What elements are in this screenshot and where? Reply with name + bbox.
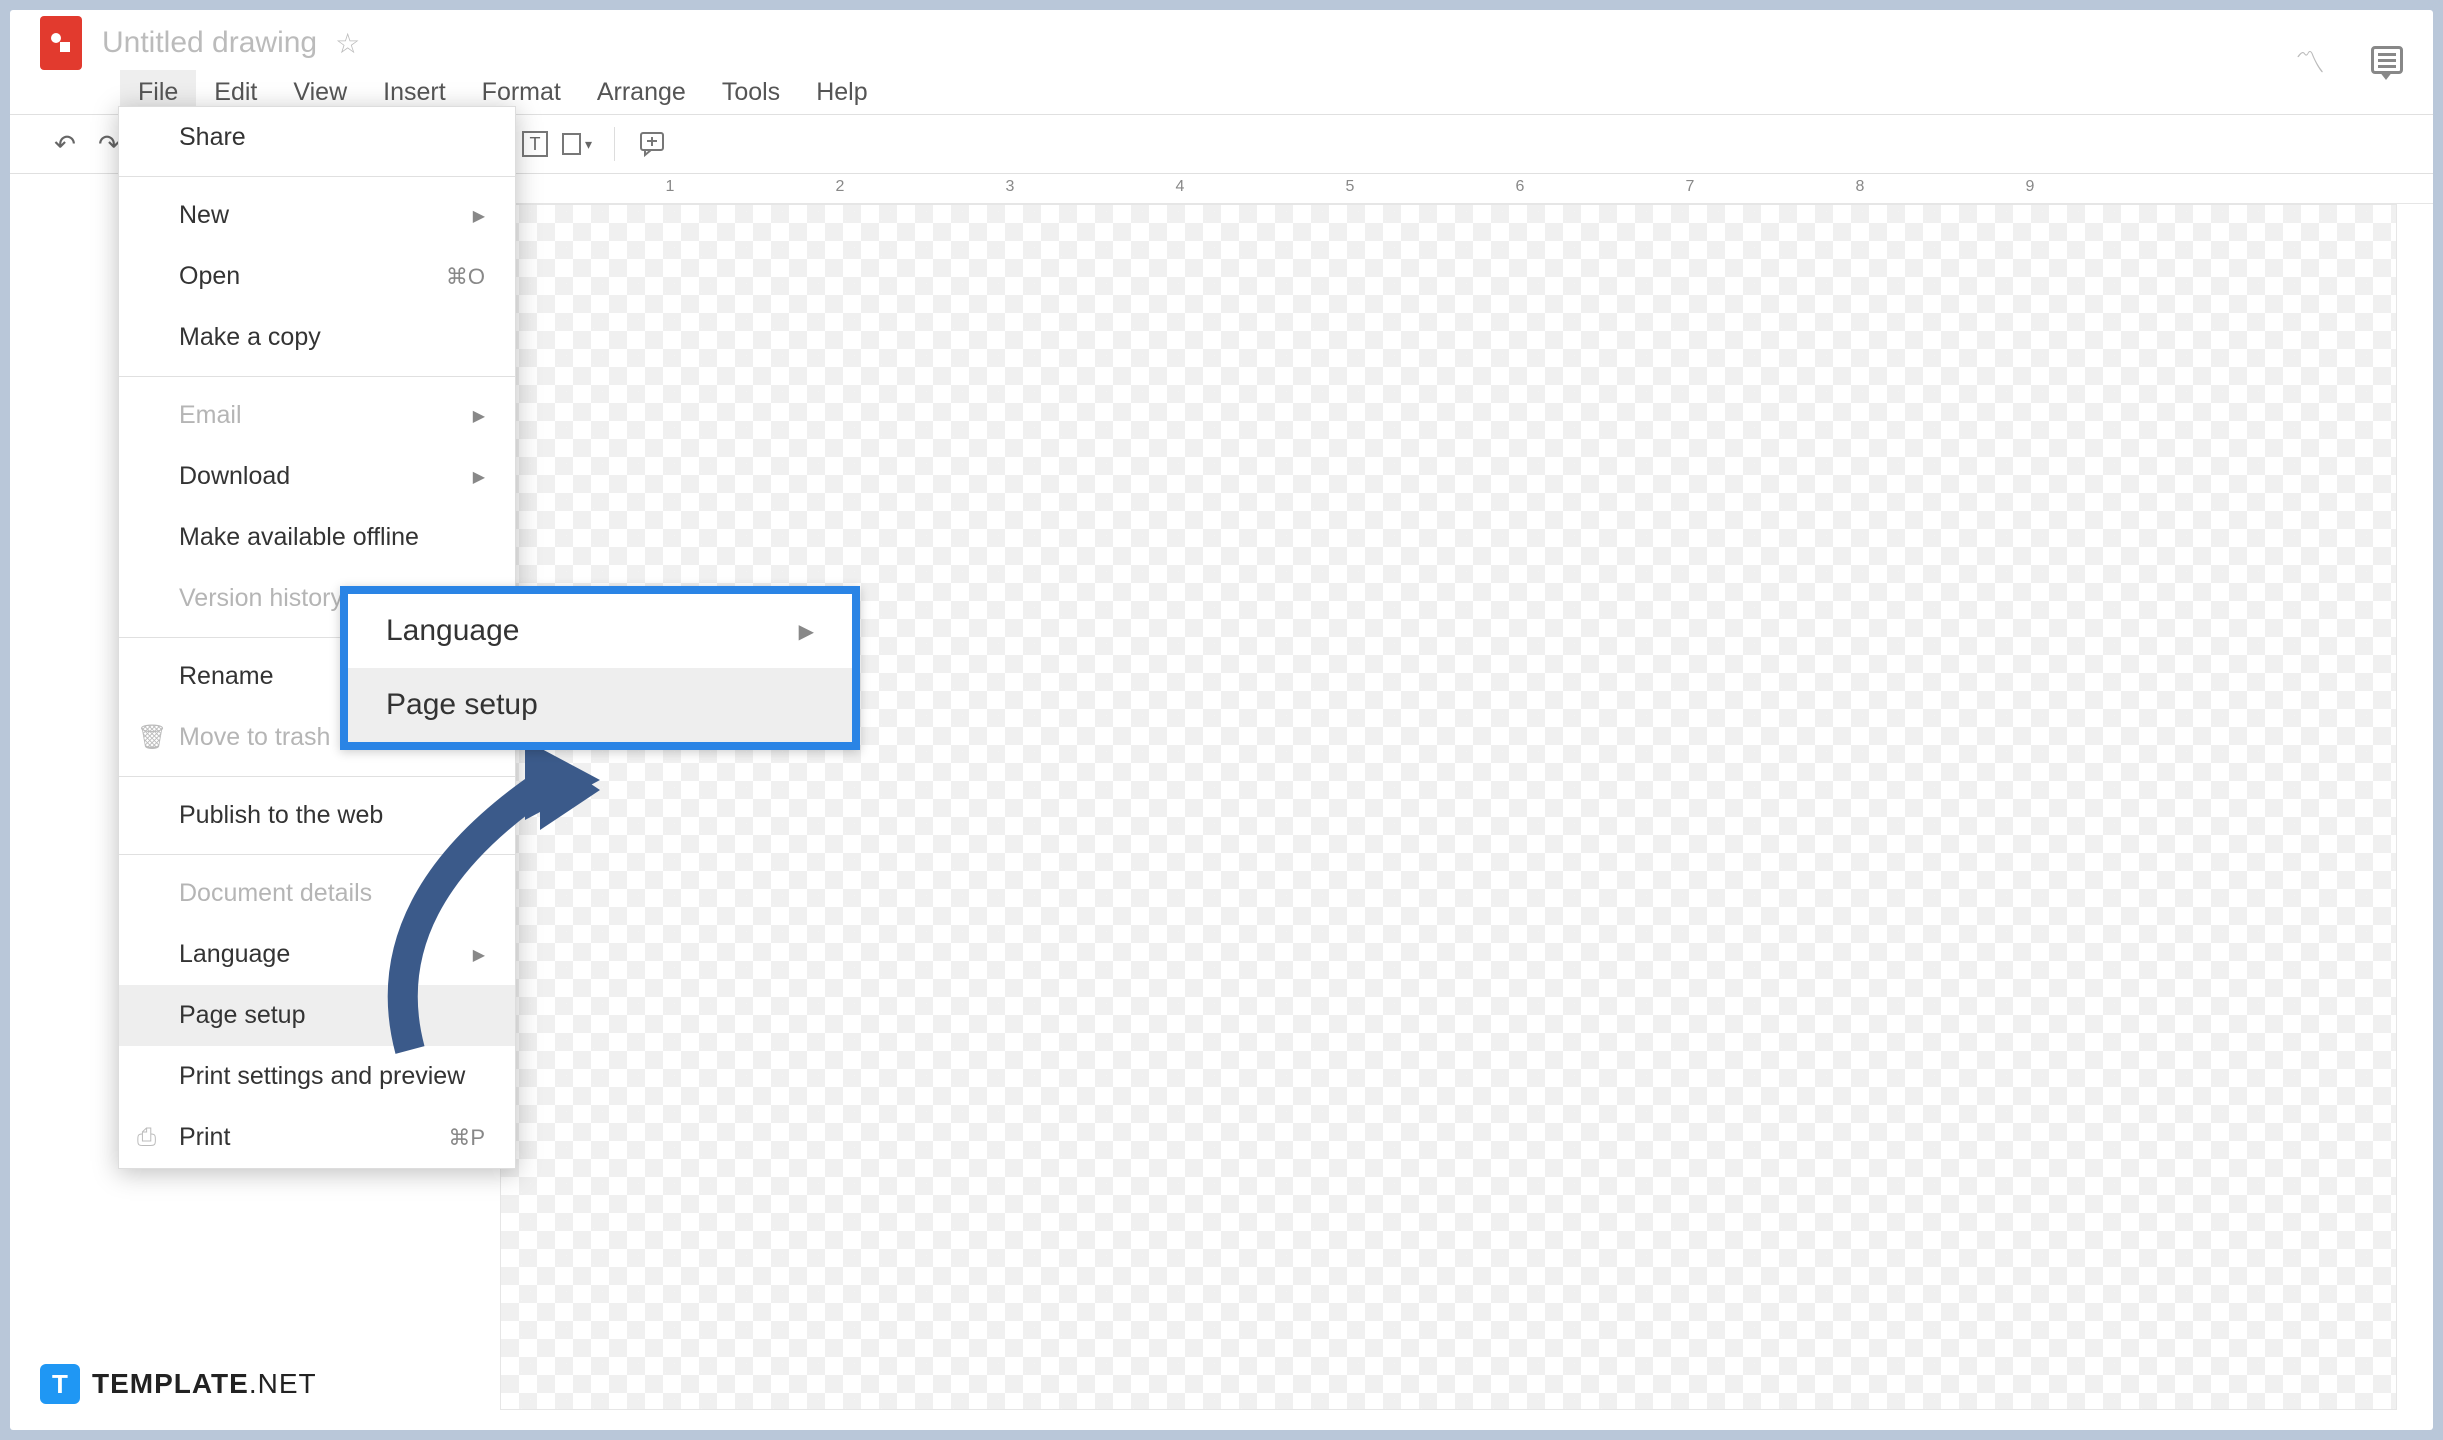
header-right: 〽: [2295, 38, 2403, 82]
app-window: Untitled drawing ☆ 〽 File Edit View Inse…: [10, 10, 2433, 1430]
chevron-down-icon: ▾: [585, 136, 592, 153]
textbox-button[interactable]: T: [522, 131, 548, 157]
drawings-glyph-icon: [49, 31, 73, 55]
menu-item-open[interactable]: Open ⌘O: [119, 246, 515, 307]
shortcut-label: ⌘O: [446, 264, 485, 290]
insert-comment-button[interactable]: [637, 129, 667, 159]
menu-item-email[interactable]: Email ▶: [119, 385, 515, 446]
document-title[interactable]: Untitled drawing: [102, 26, 317, 60]
ruler[interactable]: 1 2 3 4 5 6 7 8 9: [500, 174, 2433, 204]
app-logo-icon[interactable]: [40, 16, 82, 70]
ruler-tick: 6: [1516, 178, 1525, 196]
chevron-right-icon: ▶: [473, 206, 485, 226]
ruler-tick: 9: [2026, 178, 2035, 196]
comment-plus-icon: [639, 131, 665, 157]
comments-icon[interactable]: [2371, 46, 2403, 74]
callout-arrow-icon: [350, 750, 650, 1080]
callout-item-page-setup[interactable]: Page setup: [348, 668, 852, 742]
menu-item-make-copy[interactable]: Make a copy: [119, 307, 515, 368]
callout-box: Language ▶ Page setup: [340, 586, 860, 750]
ruler-tick: 2: [836, 178, 845, 196]
ruler-tick: 8: [1856, 178, 1865, 196]
print-icon: ⎙: [137, 1124, 156, 1152]
chevron-right-icon: ▶: [799, 619, 814, 644]
chevron-right-icon: ▶: [473, 406, 485, 426]
ruler-tick: 5: [1346, 178, 1355, 196]
menu-item-print[interactable]: ⎙ Print ⌘P: [119, 1107, 515, 1168]
menu-separator: [119, 176, 515, 177]
image-button[interactable]: ▾: [562, 129, 592, 159]
menu-tools[interactable]: Tools: [704, 70, 798, 115]
trash-icon: 🗑: [137, 723, 167, 752]
watermark-text: TEMPLATE.NET: [92, 1368, 317, 1400]
callout-item-language[interactable]: Language ▶: [348, 594, 852, 668]
menu-item-share[interactable]: Share: [119, 107, 515, 168]
menu-item-new[interactable]: New ▶: [119, 185, 515, 246]
menu-separator: [119, 376, 515, 377]
ruler-tick: 3: [1006, 178, 1015, 196]
menu-help[interactable]: Help: [798, 70, 885, 115]
shortcut-label: ⌘P: [448, 1125, 485, 1151]
star-icon[interactable]: ☆: [335, 27, 360, 60]
activity-icon[interactable]: 〽: [2295, 38, 2325, 82]
menu-item-download[interactable]: Download ▶: [119, 446, 515, 507]
toolbar-separator: [614, 127, 615, 161]
undo-button[interactable]: ↶: [50, 129, 80, 159]
menu-arrange[interactable]: Arrange: [579, 70, 704, 115]
ruler-tick: 7: [1686, 178, 1695, 196]
ruler-tick: 4: [1176, 178, 1185, 196]
chevron-right-icon: ▶: [473, 467, 485, 487]
header: Untitled drawing ☆: [10, 10, 2433, 70]
watermark: T TEMPLATE.NET: [40, 1364, 317, 1404]
canvas-area[interactable]: [500, 204, 2397, 1410]
canvas-checker: [500, 204, 2397, 1410]
ruler-tick: 1: [666, 178, 675, 196]
watermark-badge-icon: T: [40, 1364, 80, 1404]
menu-item-offline[interactable]: Make available offline: [119, 507, 515, 568]
